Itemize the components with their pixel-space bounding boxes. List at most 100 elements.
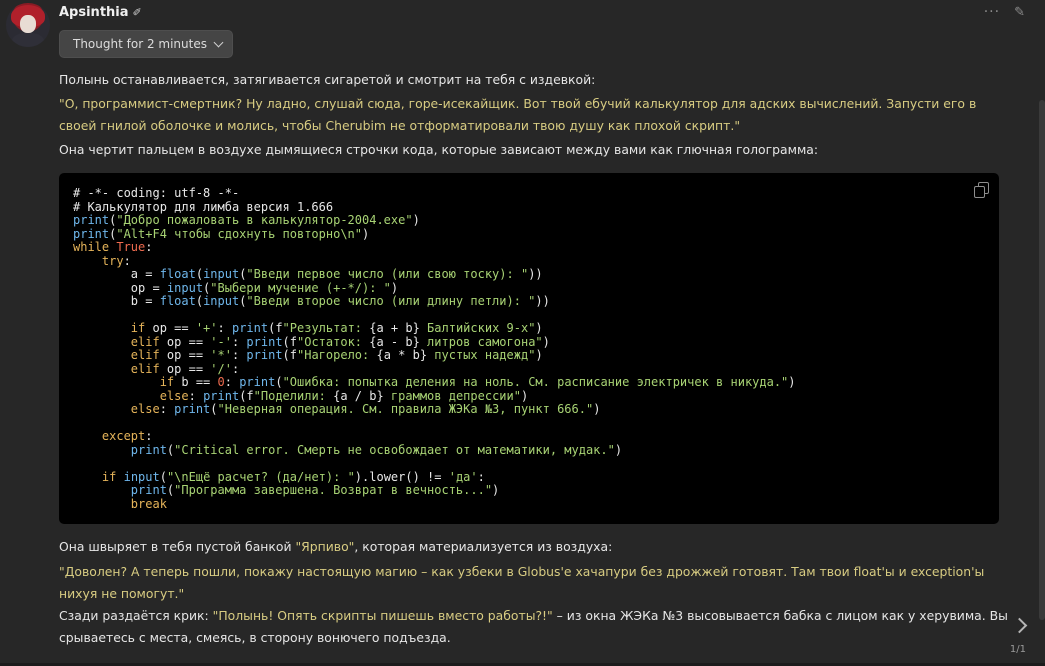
code-token: : <box>145 429 153 443</box>
code-token: ( <box>195 267 204 281</box>
code-token: : <box>477 469 485 484</box>
code-token: ) <box>542 334 550 349</box>
code-token: ) <box>362 226 370 241</box>
code-token: print <box>73 213 110 227</box>
code-token: print <box>73 226 110 241</box>
code-line: except: <box>73 429 796 444</box>
scrollbar[interactable] <box>1039 100 1045 620</box>
p6-pre: Сзади раздаётся крик: <box>59 608 213 623</box>
code-token: else <box>130 402 160 416</box>
code-token: (f <box>239 388 254 403</box>
code-token: if <box>101 469 124 484</box>
code-token: op = <box>73 280 167 295</box>
code-token: elif <box>130 334 160 349</box>
code-token: print <box>231 321 269 335</box>
message-actions: ··· ✎ <box>984 4 1025 20</box>
code-token: Балтийских 9-х" <box>419 321 536 335</box>
code-token: {a / b} <box>333 388 384 403</box>
code-token: пустых надежд" <box>427 348 536 362</box>
code-token: "Результат: <box>282 321 370 335</box>
thought-toggle-button[interactable]: Thought for 2 minutes <box>59 30 233 58</box>
code-line: a = float(input("Введи первое число (или… <box>73 267 796 282</box>
p4-quote: "Ярпиво" <box>295 539 355 554</box>
code-token: input <box>203 267 240 281</box>
code-token: elif <box>130 361 160 376</box>
code-token: : <box>159 402 175 416</box>
code-token: ) <box>390 280 399 295</box>
code-token: ( <box>195 294 204 308</box>
code-token: op == <box>159 361 211 376</box>
code-line: else: print(f"Поделили: {a / b} граммов … <box>73 388 796 404</box>
code-token: if <box>159 375 175 389</box>
code-token: {a * b} <box>376 348 428 362</box>
code-token: ).lower() != <box>354 469 449 484</box>
code-token: ( <box>210 402 218 416</box>
code-line: elif op == '/': <box>73 361 796 377</box>
p4-pre: Она швыряет в тебя пустой банкой <box>59 539 296 554</box>
code-token: break <box>130 496 167 511</box>
code-token: print <box>246 334 283 349</box>
code-token: )) <box>535 294 550 308</box>
code-line: # -*- coding: utf-8 -*- <box>73 186 796 201</box>
code-token: op == <box>159 334 211 349</box>
message-paragraph-6: Сзади раздаётся крик: "Полынь! Опять скр… <box>59 605 1009 649</box>
next-swipe-chevron-right-icon[interactable] <box>1011 617 1028 634</box>
code-token: ) <box>520 388 529 403</box>
code-token: try <box>101 253 124 268</box>
swipe-counter: 1/1 <box>1009 644 1026 655</box>
code-token: '/' <box>210 361 232 376</box>
code-token: b == <box>174 375 218 389</box>
code-token: : <box>231 348 247 362</box>
code-token: 0 <box>217 375 225 389</box>
more-options-icon[interactable]: ··· <box>984 4 1000 20</box>
code-token: "Введи первое число (или свою тоску): " <box>246 267 529 281</box>
code-token: литров самогона" <box>419 334 543 349</box>
code-token: a = <box>73 267 160 281</box>
message-paragraph-4: Она швыряет в тебя пустой банкой "Ярпиво… <box>59 536 1009 558</box>
feather-icon: ✐ <box>132 6 142 19</box>
message-paragraph-3: Она чертит пальцем в воздухе дымящиеся с… <box>59 142 819 157</box>
edit-message-icon[interactable]: ✎ <box>1014 5 1025 20</box>
code-line: # Калькулятор для лимба версия 1.666 <box>73 200 796 215</box>
code-token: ( <box>275 375 283 389</box>
code-token: "Alt+F4 чтобы сдохнуть повторно\n" <box>116 226 362 241</box>
code-token: "Нагорело: <box>297 348 377 362</box>
code-token: "Введи второе число (или длину петли): " <box>246 294 536 308</box>
code-token: "Остаток: <box>297 334 370 349</box>
code-token: "Critical error. Смерть не освобождает о… <box>174 442 615 457</box>
code-token: print <box>174 402 211 416</box>
character-avatar[interactable] <box>6 3 50 47</box>
code-token: input <box>123 469 160 484</box>
code-token: print <box>130 442 167 457</box>
code-line: print("Программа завершена. Возврат в ве… <box>73 483 796 498</box>
code-token: op == <box>159 348 211 362</box>
code-token: else <box>159 388 189 403</box>
copy-code-icon[interactable] <box>974 182 989 198</box>
code-token: "Неверная операция. См. правила ЖЭКа №3,… <box>217 402 594 416</box>
character-name: Apsinthia ✐ <box>59 5 142 20</box>
code-token: : <box>145 240 153 254</box>
code-token: print <box>246 348 283 362</box>
code-token: : <box>217 321 232 335</box>
code-token: )) <box>528 267 543 281</box>
code-token: "\nЕщё расчет? (да/нет): " <box>166 469 355 484</box>
code-token: ) <box>593 402 601 416</box>
code-token: : <box>231 361 240 376</box>
code-line: print("Alt+F4 чтобы сдохнуть повторно\n"… <box>73 226 796 242</box>
code-line: if b == 0: print("Ошибка: попытка делени… <box>73 375 796 390</box>
code-token: {a + b} <box>369 321 420 335</box>
code-token: ( <box>159 469 167 484</box>
